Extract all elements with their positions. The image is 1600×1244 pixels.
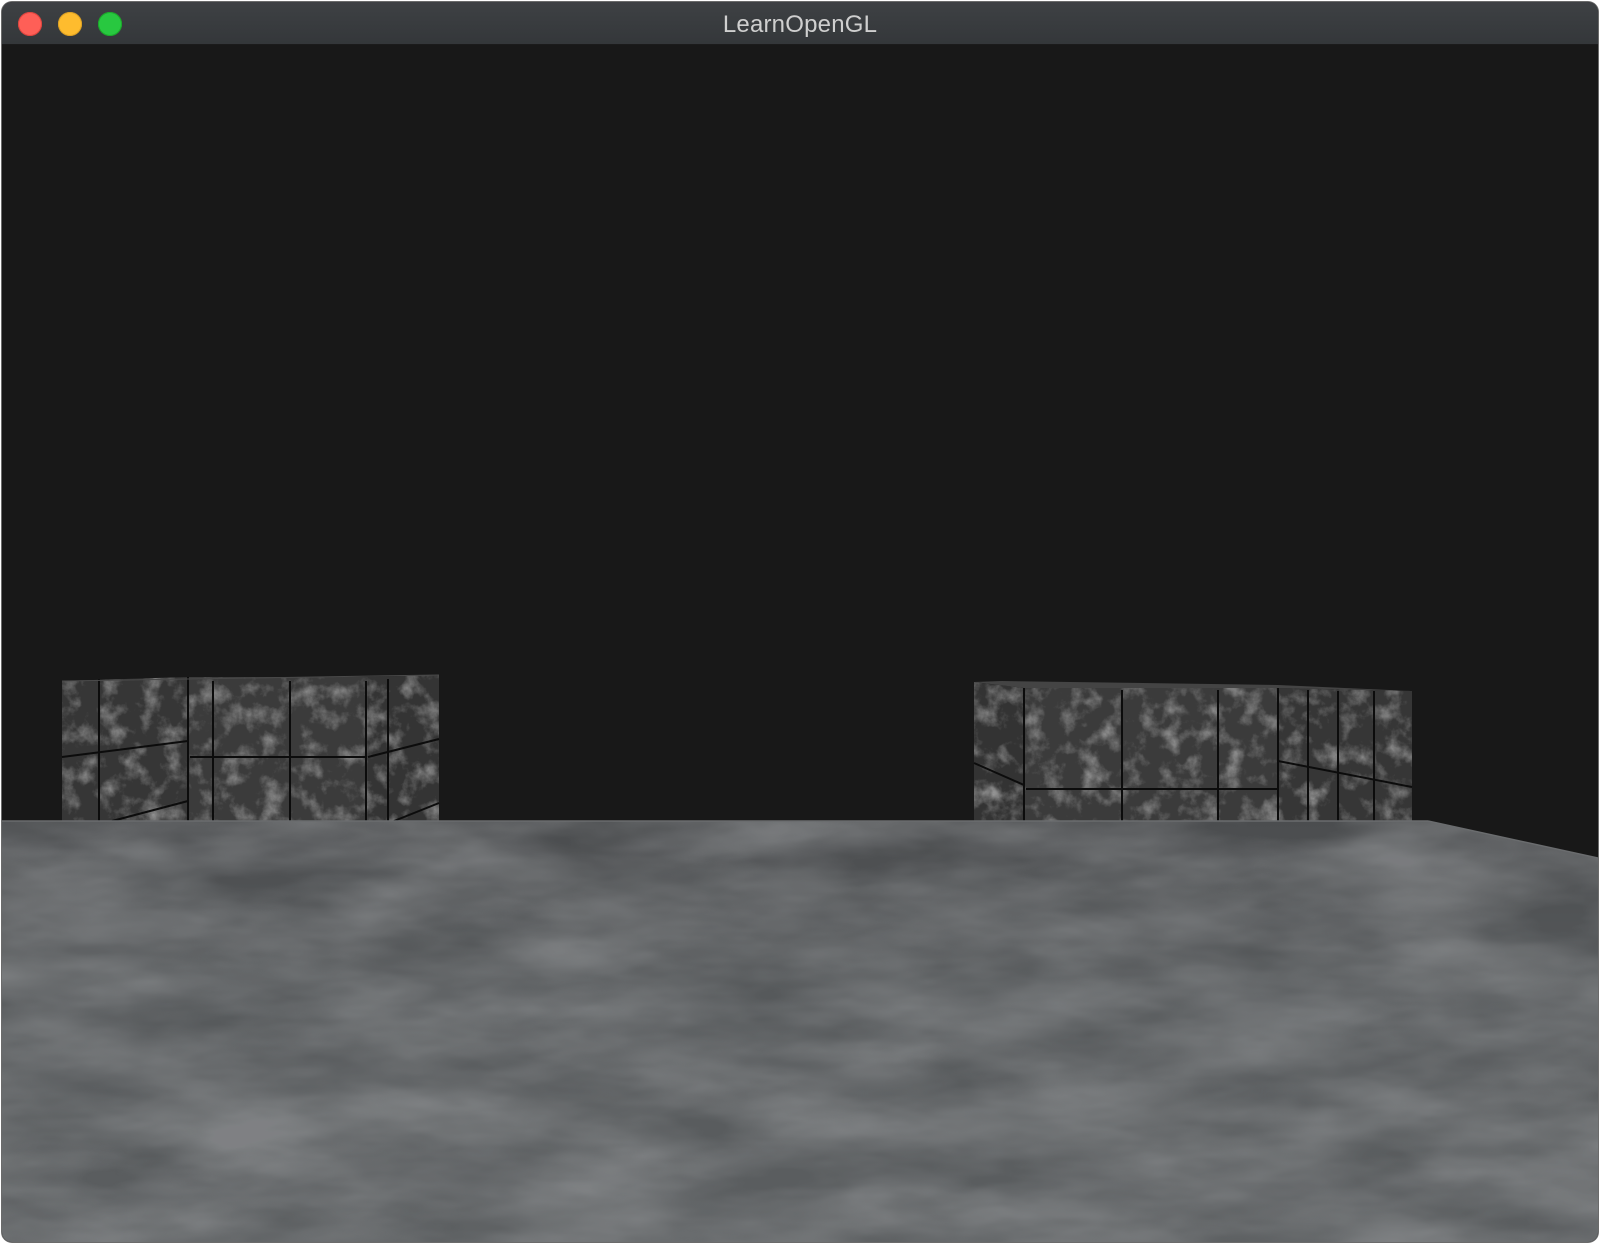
scene-render: [2, 674, 1598, 1242]
window-title: LearnOpenGL: [722, 11, 878, 38]
marble-cube-left: [61, 674, 440, 822]
opengl-viewport[interactable]: [2, 45, 1598, 1242]
title-bar[interactable]: LearnOpenGL: [2, 2, 1598, 45]
app-window: LearnOpenGL: [2, 2, 1598, 1242]
metal-floor-plane: [2, 820, 1598, 1242]
marble-cube-right: [973, 681, 1413, 821]
